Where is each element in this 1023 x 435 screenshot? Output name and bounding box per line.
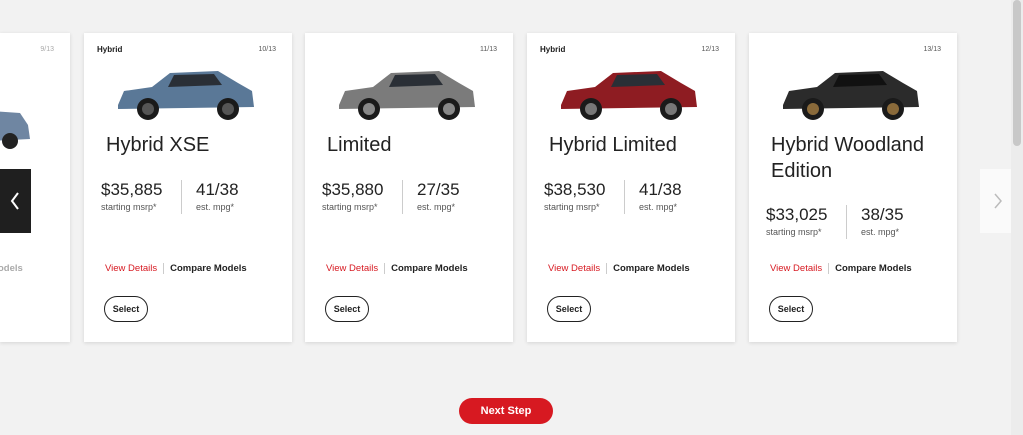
starting-msrp-label: starting msrp* <box>544 202 600 212</box>
starting-msrp-label: starting msrp* <box>101 202 157 212</box>
card-links: View Details Compare Models <box>326 263 468 274</box>
powertrain-tag: Hybrid <box>540 45 566 54</box>
trim-name: Hybrid XSE <box>106 134 210 156</box>
trim-card-hybrid-woodland: 13/13 Hybrid Woodland Edition $33,025 sta… <box>749 33 957 342</box>
trim-name: Limited <box>327 134 392 156</box>
scrollbar-thumb[interactable] <box>1013 0 1021 146</box>
view-details-link[interactable]: View Details <box>105 263 165 274</box>
compare-models-link[interactable]: Compare Models <box>829 263 912 274</box>
starting-msrp-label: starting msrp* <box>766 227 822 237</box>
compare-models-link[interactable]: Compare Models <box>607 263 690 274</box>
view-details-link[interactable]: View Details <box>770 263 830 274</box>
compare-models-link[interactable]: Compare Models <box>385 263 468 274</box>
compare-models-link-partial[interactable]: odels <box>0 263 23 274</box>
est-mpg: 38/35 <box>861 205 904 224</box>
carousel-next-button[interactable] <box>980 169 1013 233</box>
trim-card-hybrid-xse: Hybrid 10/13 Hybrid XSE $35,885 starting … <box>84 33 292 342</box>
est-mpg: 41/38 <box>639 180 682 199</box>
card-links: View Details Compare Models <box>548 263 690 274</box>
chevron-left-icon <box>10 192 19 210</box>
trim-counter: 11/13 <box>480 46 497 53</box>
car-image <box>561 71 697 120</box>
chevron-right-icon <box>994 193 1002 209</box>
car-image <box>339 71 475 120</box>
trim-counter: 10/13 <box>258 46 276 53</box>
car-image <box>0 111 30 149</box>
trim-counter: 13/13 <box>923 46 941 53</box>
trim-name: Hybrid Woodland Edition <box>771 134 925 182</box>
next-step-button[interactable]: Next Step <box>459 398 553 424</box>
trim-card-hybrid-limited: Hybrid 12/13 Hybrid Limited $38,530 start… <box>527 33 735 342</box>
starting-msrp-label: starting msrp* <box>322 202 378 212</box>
starting-msrp: $33,025 <box>766 205 828 224</box>
powertrain-tag: Hybrid <box>97 45 123 54</box>
est-mpg-label: est. mpg* <box>417 202 456 212</box>
trim-card-limited: 11/13 Limited $35,880 starting msrp* 27/3… <box>305 33 513 342</box>
starting-msrp: $35,880 <box>322 180 384 199</box>
view-details-link[interactable]: View Details <box>326 263 386 274</box>
starting-msrp: $35,885 <box>101 180 163 199</box>
select-button[interactable]: Select <box>325 296 369 322</box>
select-button[interactable]: Select <box>547 296 591 322</box>
est-mpg: 41/38 <box>196 180 239 199</box>
trim-name: Hybrid Limited <box>549 134 677 156</box>
card-links: View Details Compare Models <box>770 263 912 274</box>
car-image <box>783 71 919 120</box>
est-mpg: 27/35 <box>417 180 460 199</box>
est-mpg-label: est. mpg* <box>639 202 678 212</box>
select-button[interactable]: Select <box>104 296 148 322</box>
starting-msrp: $38,530 <box>544 180 606 199</box>
trim-counter: 9/13 <box>40 46 54 53</box>
est-mpg-label: est. mpg* <box>196 202 235 212</box>
est-mpg-label: est. mpg* <box>861 227 900 237</box>
view-details-link[interactable]: View Details <box>548 263 608 274</box>
trim-counter: 12/13 <box>701 46 719 53</box>
card-links: View Details Compare Models <box>105 263 247 274</box>
compare-models-link[interactable]: Compare Models <box>164 263 247 274</box>
carousel-prev-button[interactable] <box>0 169 31 233</box>
select-button[interactable]: Select <box>769 296 813 322</box>
car-image <box>118 71 254 120</box>
